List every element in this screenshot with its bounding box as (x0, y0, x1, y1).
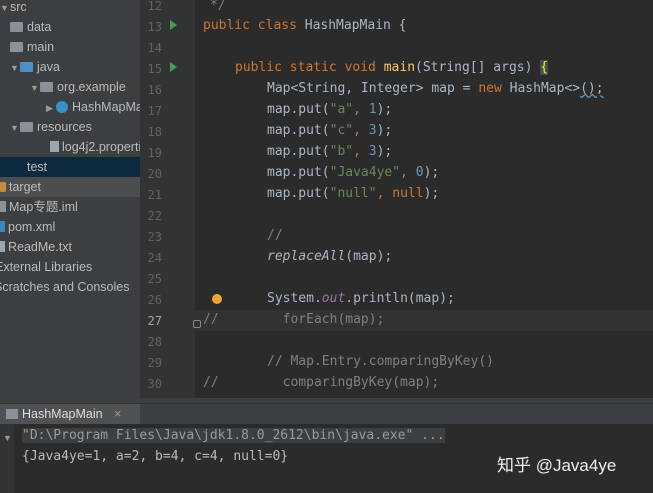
tree-item-external-libraries[interactable]: External Libraries (0, 257, 92, 277)
tree-item-data[interactable]: data (10, 17, 51, 37)
line-number: 15 (147, 62, 162, 76)
code-line-30: //comparingByKey(map); (203, 375, 440, 390)
tree-item-class[interactable]: ▶HashMapMain (46, 97, 140, 117)
resources-folder-icon (20, 122, 33, 132)
run-class-icon[interactable] (170, 20, 177, 30)
code-line-29: // Map.Entry.comparingByKey() (267, 354, 494, 369)
console-output-line: {Java4ye=1, a=2, b=4, c=4, null=0} (22, 449, 289, 464)
line-number: 14 (147, 41, 162, 55)
package-icon (40, 82, 53, 92)
chevron-down-icon[interactable]: ▼ (10, 118, 20, 138)
folder-icon (10, 42, 23, 52)
code-line-27: //forEach(map); (203, 312, 385, 327)
code-line-26: System.out.println(map); (267, 291, 455, 306)
chevron-right-icon[interactable]: ▶ (46, 98, 56, 118)
iml-file-icon (0, 201, 6, 212)
run-tabs-bar: HashMapMain × (0, 403, 653, 424)
line-number: 12 (147, 0, 162, 13)
lightbulb-icon[interactable] (212, 294, 222, 304)
application-icon (6, 409, 18, 419)
line-number: 29 (147, 356, 162, 370)
line-number: 26 (147, 293, 162, 307)
source-folder-icon (20, 62, 33, 72)
line-number: 18 (147, 125, 162, 139)
expand-icon[interactable]: ▼ (3, 433, 12, 443)
watermark: 知乎 @Java4ye (497, 456, 617, 475)
tree-item-main[interactable]: main (10, 37, 54, 57)
code-line-18: map.put("c", 3); (267, 123, 393, 138)
console-command-line: "D:\Program Files\Java\jdk1.8.0_2612\bin… (22, 428, 445, 443)
tab-run-hashmapmain[interactable]: HashMapMain × (0, 404, 140, 424)
code-line-16: Map<String, Integer> map = new HashMap<>… (267, 81, 604, 96)
line-number: 28 (147, 335, 162, 349)
line-number: 19 (147, 146, 162, 160)
code-line-21: map.put("null", null); (267, 186, 440, 201)
folder-icon (10, 22, 23, 32)
tree-item-log4j2[interactable]: log4j2.properties (50, 137, 140, 157)
line-number: 13 (147, 20, 162, 34)
line-number: 16 (147, 83, 162, 97)
line-number: 27 (147, 314, 162, 328)
code-line-15: public static void main(String[] args) { (235, 60, 549, 75)
line-number: 24 (147, 251, 162, 265)
code-line-24: replaceAll(map); (267, 249, 393, 264)
code-line-23: // (267, 228, 283, 243)
line-number: 30 (147, 377, 162, 391)
line-number: 17 (147, 104, 162, 118)
chevron-down-icon[interactable]: ▼ (10, 58, 20, 78)
tree-item-target[interactable]: target (0, 177, 140, 197)
fold-marker-icon[interactable] (193, 320, 201, 328)
code-line-13: public class HashMapMain { (203, 18, 407, 33)
tree-item-readme[interactable]: ReadMe.txt (0, 237, 72, 257)
line-number: 21 (147, 188, 162, 202)
line-number: 25 (147, 272, 162, 286)
target-folder-icon (0, 182, 6, 192)
tree-item-resources[interactable]: ▼ resources (10, 117, 92, 137)
code-line-19: map.put("b", 3); (267, 144, 393, 159)
tree-item-pom[interactable]: pom.xml (0, 217, 55, 237)
tree-item-src[interactable]: ▼src (0, 0, 27, 17)
class-icon (56, 101, 68, 113)
project-tree-panel: ▼src data main ▼ java ▼ org.example ▶ HashM… (0, 0, 140, 398)
line-number: 20 (147, 167, 162, 181)
line-number: 22 (147, 209, 162, 223)
chevron-down-icon[interactable]: ▼ (30, 78, 40, 98)
line-number: 23 (147, 230, 162, 244)
tree-item-test[interactable]: test (0, 157, 140, 177)
run-main-icon[interactable] (170, 62, 177, 72)
code-line-17: map.put("a", 1); (267, 102, 393, 117)
maven-file-icon (0, 221, 5, 232)
code-line-20: map.put("Java4ye", 0); (267, 165, 440, 180)
folder-icon (10, 162, 23, 172)
tree-item-iml[interactable]: Map专题.iml (0, 197, 78, 217)
tree-item-package[interactable]: ▼ org.example (30, 77, 126, 97)
chevron-down-icon[interactable]: ▼ (0, 0, 10, 18)
tree-item-java[interactable]: ▼ java (10, 57, 60, 77)
code-line-12: */ (210, 0, 226, 13)
close-tab-icon[interactable]: × (114, 407, 121, 421)
text-file-icon (0, 241, 5, 252)
tree-item-scratches[interactable]: Scratches and Consoles (0, 277, 130, 297)
properties-file-icon (50, 141, 59, 152)
